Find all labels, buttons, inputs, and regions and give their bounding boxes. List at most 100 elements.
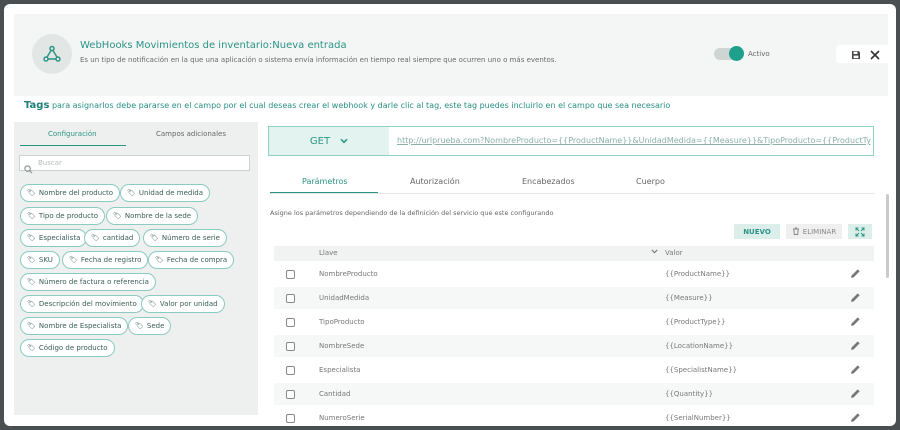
tag-chip[interactable]: 🏷 SKU [20, 251, 60, 269]
tag-chip[interactable]: 🏷 Descripción del movimiento [20, 295, 144, 313]
tag-icon: 🏷 [27, 322, 36, 330]
pencil-icon[interactable] [850, 412, 861, 425]
save-icon[interactable] [851, 45, 861, 64]
active-tab-indicator [270, 192, 378, 193]
chevron-down-icon[interactable] [651, 248, 658, 257]
pencil-icon[interactable] [850, 388, 861, 401]
tags-info: Tags para asignarlos debe pararse en el … [24, 100, 670, 111]
search-placeholder: Buscar [38, 159, 62, 167]
webhook-icon [32, 34, 72, 74]
pencil-icon[interactable] [850, 292, 861, 305]
page-description: Es un tipo de notificación en la que una… [80, 56, 557, 64]
param-value: {{SpecialistName}} [665, 366, 738, 374]
url-bar: GET http://urlprueba.com?NombreProducto=… [268, 126, 874, 156]
param-key: NumeroSerie [319, 414, 365, 422]
row-checkbox[interactable] [286, 414, 295, 423]
tag-icon: 🏷 [27, 212, 36, 220]
chevron-down-icon [340, 136, 348, 147]
close-icon[interactable] [869, 45, 880, 64]
tags-help-text: para asignarlos debe pararse en el campo… [51, 101, 671, 110]
param-value: {{Measure}} [665, 294, 713, 302]
param-value: {{Quantity}} [665, 390, 714, 398]
row-checkbox[interactable] [286, 294, 295, 303]
webhook-header: WebHooks Movimientos de inventario:Nueva… [14, 14, 894, 96]
expand-icon [855, 222, 865, 241]
params-help-text: Asigne los parámetros dependiendo de la … [270, 209, 554, 217]
param-key: TipoProducto [319, 318, 365, 326]
tag-search-input[interactable]: Buscar [19, 155, 250, 174]
pencil-icon[interactable] [850, 268, 861, 281]
delete-param-button[interactable]: ELIMINAR [786, 224, 842, 239]
row-checkbox[interactable] [286, 342, 295, 351]
tag-chip[interactable]: 🏷 Código de producto [20, 339, 115, 357]
param-value: {{ProductName}} [665, 270, 731, 278]
search-icon [24, 159, 33, 178]
tag-chip[interactable]: 🏷 Fecha de registro [62, 251, 149, 269]
tag-icon: 🏷 [135, 322, 144, 330]
tag-icon: 🏷 [155, 256, 164, 264]
pencil-icon[interactable] [850, 364, 861, 377]
tag-icon: 🏷 [27, 189, 36, 197]
new-param-button[interactable]: NUEVO [734, 224, 780, 239]
header-actions [836, 45, 894, 63]
tag-chip[interactable]: 🏷 Nombre de Especialista [20, 317, 129, 335]
tag-chip[interactable]: 🏷 Fecha de compra [148, 251, 235, 269]
tab-autorizacion[interactable]: Autorización [410, 177, 460, 186]
toggle-knob [729, 46, 744, 61]
tag-chip[interactable]: 🏷 Unidad de medida [120, 184, 211, 202]
tag-chip[interactable]: 🏷 Número de factura o referencia [20, 273, 156, 291]
expand-button[interactable] [848, 224, 872, 239]
delete-label: ELIMINAR [802, 227, 837, 236]
row-checkbox[interactable] [286, 366, 295, 375]
pencil-icon[interactable] [850, 340, 861, 353]
param-value: {{SerialNumber}} [665, 414, 731, 422]
row-checkbox[interactable] [286, 318, 295, 327]
scrollbar[interactable] [886, 194, 889, 278]
param-key: Cantidad [319, 390, 351, 398]
method-value: GET [309, 135, 331, 147]
param-key: UnidadMedida [319, 294, 370, 302]
table-row: Cantidad {{Quantity}} [274, 383, 874, 405]
tag-icon: 🏷 [27, 234, 36, 242]
param-key: NombreSede [319, 342, 365, 350]
tag-icon: 🏷 [91, 234, 100, 242]
tag-icon: 🏷 [148, 300, 157, 308]
column-value: Valor [665, 249, 683, 257]
tag-chip[interactable]: 🏷 Nombre de la sede [106, 207, 199, 225]
tab-encabezados[interactable]: Encabezados [522, 177, 575, 186]
webhook-modal: WebHooks Movimientos de inventario:Nueva… [4, 4, 896, 426]
tag-chip[interactable]: 🏷 Valor por unidad [141, 295, 225, 313]
tag-icon: 🏷 [150, 234, 159, 242]
url-input[interactable]: http://urlprueba.com?NombreProducto={{Pr… [397, 136, 871, 145]
table-row: UnidadMedida {{Measure}} [274, 287, 874, 309]
tag-chip[interactable]: 🏷 cantidad [84, 229, 141, 247]
row-checkbox[interactable] [286, 270, 295, 279]
tab-cuerpo[interactable]: Cuerpo [636, 177, 665, 186]
row-checkbox[interactable] [286, 390, 295, 399]
tag-icon: 🏷 [127, 189, 136, 197]
params-table-header: Llave Valor [274, 246, 874, 261]
active-toggle[interactable] [714, 46, 744, 61]
table-row: NumeroSerie {{SerialNumber}} [274, 407, 874, 426]
tag-chip[interactable]: 🏷 Tipo de producto [20, 207, 106, 225]
page-title: WebHooks Movimientos de inventario:Nueva… [80, 40, 347, 51]
tab-parametros[interactable]: Parámetros [302, 177, 348, 186]
tag-chip[interactable]: 🏷 Especialista [20, 229, 88, 247]
tab-campos-adicionales[interactable]: Campos adicionales [156, 130, 226, 138]
tag-chip[interactable]: 🏷 Número de serie [143, 229, 227, 247]
method-select[interactable]: GET [269, 127, 389, 155]
trash-icon [792, 227, 800, 237]
param-key: NombreProducto [319, 270, 378, 278]
tags-panel: Configuración Campos adicionales Buscar … [14, 122, 258, 415]
pencil-icon[interactable] [850, 316, 861, 329]
param-value: {{LocationName}} [665, 342, 734, 350]
tag-chip[interactable]: 🏷 Sede [128, 317, 172, 335]
param-value: {{ProductType}} [665, 318, 726, 326]
param-key: Especialista [319, 366, 361, 374]
tag-chip[interactable]: 🏷 Nombre del producto [20, 184, 121, 202]
tab-configuracion[interactable]: Configuración [48, 130, 97, 138]
tag-icon: 🏷 [69, 256, 78, 264]
active-tab-indicator [20, 145, 126, 146]
table-row: NombreProducto {{ProductName}} [274, 263, 874, 285]
table-row: NombreSede {{LocationName}} [274, 335, 874, 357]
